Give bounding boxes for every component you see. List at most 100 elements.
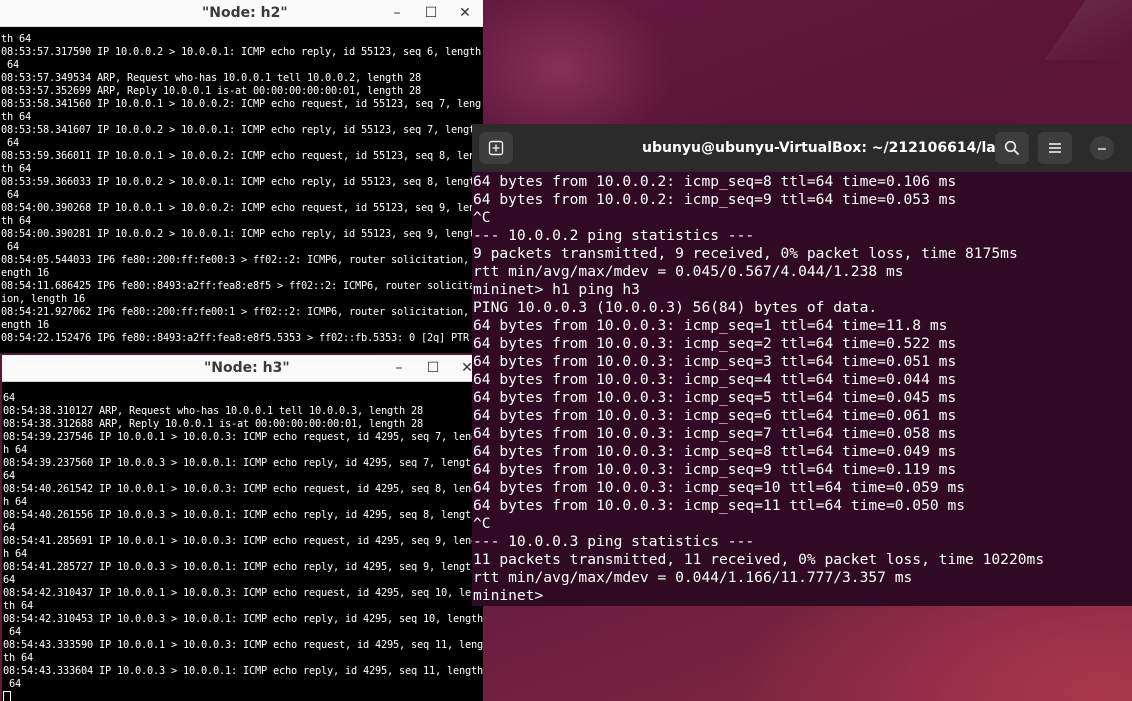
wallpaper-shape xyxy=(1043,0,1132,60)
output-line: 64 bytes from 10.0.0.3: icmp_seq=11 ttl=… xyxy=(473,497,966,514)
output-line: 64 bytes from 10.0.0.3: icmp_seq=2 ttl=6… xyxy=(473,335,957,352)
output-line: ion, length 16 xyxy=(1,293,85,305)
output-line: 64 xyxy=(3,522,15,534)
output-line: rtt min/avg/max/mdev = 0.044/1.166/11.77… xyxy=(473,569,913,586)
minimize-icon[interactable]: – xyxy=(387,3,407,23)
output-line: 64 bytes from 10.0.0.3: icmp_seq=3 ttl=6… xyxy=(473,353,957,370)
titlebar[interactable]: "Node: h3" – ☐ ✕ xyxy=(2,355,483,382)
output-line: ength 16 xyxy=(1,267,49,279)
text-cursor xyxy=(3,691,11,701)
output-line: 11 packets transmitted, 11 received, 0% … xyxy=(473,551,1045,568)
output-line: 64 xyxy=(1,59,19,71)
output-line: 64 xyxy=(1,137,19,149)
menu-button[interactable] xyxy=(1038,132,1072,164)
output-line: 64 xyxy=(1,241,19,253)
output-line: 64 bytes from 10.0.0.3: icmp_seq=7 ttl=6… xyxy=(473,425,957,442)
output-line: th 64 xyxy=(1,163,31,175)
minimize-icon[interactable]: – xyxy=(389,358,409,378)
output-line: th 64 xyxy=(3,652,33,664)
output-line: 08:54:43.333604 IP 10.0.0.3 > 10.0.0.1: … xyxy=(3,665,483,677)
close-icon[interactable]: ✕ xyxy=(455,3,475,23)
output-line: h 64 xyxy=(3,444,27,456)
output-line: ^C xyxy=(473,209,491,226)
output-line: 08:54:40.261542 IP 10.0.0.1 > 10.0.0.3: … xyxy=(3,483,483,495)
cursor-line xyxy=(3,691,483,701)
terminal-output[interactable]: 64 08:54:38.310127 ARP, Request who-has 1… xyxy=(2,392,483,701)
output-line: h 64 xyxy=(3,548,27,560)
output-line: 08:54:11.686425 IP6 fe80::8493:a2ff:fea8… xyxy=(1,280,481,292)
output-line: 08:54:42.310453 IP 10.0.0.3 > 10.0.0.1: … xyxy=(3,613,483,625)
output-line: 64 bytes from 10.0.0.3: icmp_seq=5 ttl=6… xyxy=(473,389,957,406)
output-line: 64 xyxy=(3,470,15,482)
output-line: 08:54:22.152476 IP6 fe80::8493:a2ff:fea8… xyxy=(1,332,469,344)
gnome-terminal-window[interactable]: ubunyu@ubunyu-VirtualBox: ~/212106614/la… xyxy=(472,124,1132,606)
output-line: 08:54:38.310127 ARP, Request who-has 10.… xyxy=(3,405,423,417)
output-line: th 64 xyxy=(1,215,31,227)
new-tab-button[interactable] xyxy=(479,132,513,164)
output-line: h 64 xyxy=(3,496,27,508)
output-line: 08:54:38.312688 ARP, Reply 10.0.0.1 is-a… xyxy=(3,418,423,430)
output-line: 64 xyxy=(3,574,15,586)
output-line: 08:54:00.390281 IP 10.0.0.2 > 10.0.0.1: … xyxy=(1,228,481,240)
maximize-icon[interactable]: ☐ xyxy=(421,3,441,23)
output-line: ^C xyxy=(473,515,491,532)
output-line: PING 10.0.0.3 (10.0.0.3) 56(84) bytes of… xyxy=(473,299,878,316)
maximize-icon[interactable]: ☐ xyxy=(423,358,443,378)
output-line: --- 10.0.0.3 ping statistics --- xyxy=(473,533,755,550)
output-line: rtt min/avg/max/mdev = 0.045/0.567/4.044… xyxy=(473,263,904,280)
terminal-output[interactable]: 64 bytes from 10.0.0.2: icmp_seq=8 ttl=6… xyxy=(472,173,1132,606)
output-line: 64 bytes from 10.0.0.3: icmp_seq=4 ttl=6… xyxy=(473,371,957,388)
hamburger-menu-icon xyxy=(1049,143,1061,153)
output-line: 9 packets transmitted, 9 received, 0% pa… xyxy=(473,245,1018,262)
xterm-window-node-h3[interactable]: "Node: h3" – ☐ ✕ 64 08:54:38.310127 ARP, … xyxy=(2,355,483,701)
output-line: 08:54:21.927062 IP6 fe80::200:ff:fe00:1 … xyxy=(1,306,481,318)
xterm-window-node-h2[interactable]: "Node: h2" – ☐ ✕ th 64 08:53:57.317590 IP… xyxy=(0,0,483,353)
output-line: 64 xyxy=(1,189,19,201)
output-line: 08:53:58.341607 IP 10.0.0.2 > 10.0.0.1: … xyxy=(1,124,481,136)
output-line: --- 10.0.0.2 ping statistics --- xyxy=(473,227,755,244)
terminal-lines: 64 bytes from 10.0.0.2: icmp_seq=8 ttl=6… xyxy=(473,173,1132,587)
output-line: 08:54:40.261556 IP 10.0.0.3 > 10.0.0.1: … xyxy=(3,509,477,521)
output-line: 08:53:59.366033 IP 10.0.0.2 > 10.0.0.1: … xyxy=(1,176,481,188)
output-line: 64 xyxy=(3,678,21,690)
output-line: 08:54:00.390268 IP 10.0.0.1 > 10.0.0.2: … xyxy=(1,202,481,214)
search-button[interactable] xyxy=(995,132,1029,164)
output-line: 64 bytes from 10.0.0.2: icmp_seq=9 ttl=6… xyxy=(473,191,957,208)
window-title: "Node: h3" xyxy=(204,360,290,376)
output-line: 08:53:59.366011 IP 10.0.0.1 > 10.0.0.2: … xyxy=(1,150,481,162)
titlebar[interactable]: "Node: h2" – ☐ ✕ xyxy=(0,0,483,27)
window-title: "Node: h2" xyxy=(202,5,288,21)
search-icon xyxy=(1004,140,1020,156)
output-line: ength 16 xyxy=(1,319,49,331)
output-line: 08:53:57.349534 ARP, Request who-has 10.… xyxy=(1,72,421,84)
new-tab-icon xyxy=(488,140,504,156)
headerbar[interactable]: ubunyu@ubunyu-VirtualBox: ~/212106614/la… xyxy=(472,124,1132,172)
terminal-output[interactable]: th 64 08:53:57.317590 IP 10.0.0.2 > 10.0.… xyxy=(0,33,483,353)
output-line: 08:54:41.285691 IP 10.0.0.1 > 10.0.0.3: … xyxy=(3,535,483,547)
minimize-icon xyxy=(1098,148,1106,150)
output-line: th 64 xyxy=(1,111,31,123)
output-line: 64 xyxy=(3,626,21,638)
output-line: 08:54:05.544033 IP6 fe80::200:ff:fe00:3 … xyxy=(1,254,481,266)
output-line: 64 bytes from 10.0.0.2: icmp_seq=8 ttl=6… xyxy=(473,173,957,190)
output-line: 64 bytes from 10.0.0.3: icmp_seq=6 ttl=6… xyxy=(473,407,957,424)
output-line: th 64 xyxy=(3,600,33,612)
output-line: th 64 xyxy=(1,33,31,45)
output-line: 64 xyxy=(3,392,15,404)
minimize-button[interactable] xyxy=(1090,136,1114,160)
terminal-prompt: mininet> xyxy=(473,587,553,604)
output-line: mininet> h1 ping h3 xyxy=(473,281,640,298)
output-line: 64 bytes from 10.0.0.3: icmp_seq=10 ttl=… xyxy=(473,479,966,496)
output-line: 08:54:42.310437 IP 10.0.0.1 > 10.0.0.3: … xyxy=(3,587,483,599)
output-line: 08:53:58.341560 IP 10.0.0.1 > 10.0.0.2: … xyxy=(1,98,481,110)
output-line: 08:53:57.317590 IP 10.0.0.2 > 10.0.0.1: … xyxy=(1,46,481,58)
window-title: ubunyu@ubunyu-VirtualBox: ~/212106614/la… xyxy=(642,140,1016,156)
output-line: 08:54:41.285727 IP 10.0.0.3 > 10.0.0.1: … xyxy=(3,561,477,573)
output-line: 08:53:57.352699 ARP, Reply 10.0.0.1 is-a… xyxy=(1,85,421,97)
output-line: 64 bytes from 10.0.0.3: icmp_seq=1 ttl=6… xyxy=(473,317,948,334)
output-line: 08:54:39.237546 IP 10.0.0.1 > 10.0.0.3: … xyxy=(3,431,483,443)
output-line: 08:54:43.333590 IP 10.0.0.1 > 10.0.0.3: … xyxy=(3,639,483,651)
output-line: 64 bytes from 10.0.0.3: icmp_seq=9 ttl=6… xyxy=(473,461,957,478)
output-line: 64 bytes from 10.0.0.3: icmp_seq=8 ttl=6… xyxy=(473,443,957,460)
output-line: 08:54:39.237560 IP 10.0.0.3 > 10.0.0.1: … xyxy=(3,457,477,469)
